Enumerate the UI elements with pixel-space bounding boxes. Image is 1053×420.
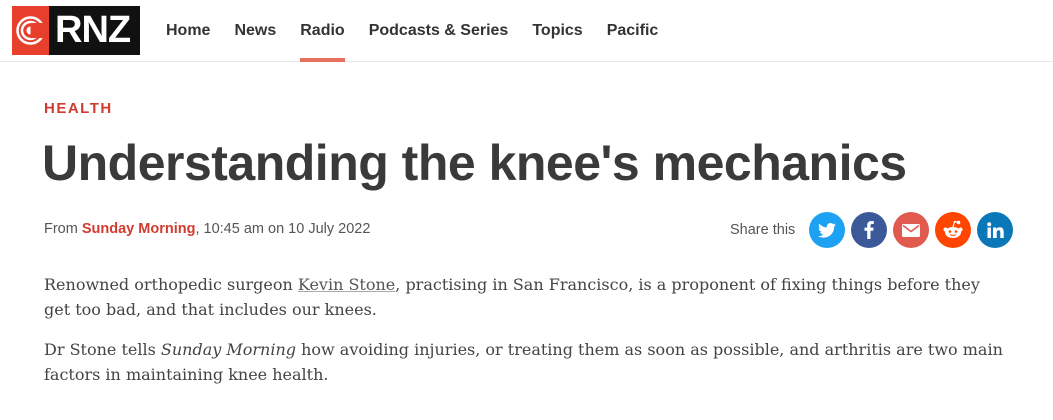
share-linkedin-button[interactable] [977,212,1014,248]
share-label: Share this [730,222,796,238]
facebook-icon [864,221,875,239]
programme-link[interactable]: Sunday Morning [82,221,196,237]
paragraph-1-text-start: Renowned orthopedic surgeon [44,275,298,294]
nav-item-topics[interactable]: Topics [520,0,594,62]
article-title: Understanding the knee's mechanics [42,135,907,191]
linkedin-icon [986,222,1004,238]
email-icon [902,223,921,237]
twitter-icon [818,222,837,238]
nav-item-podcasts-series[interactable]: Podcasts & Series [357,0,521,62]
reddit-icon [943,220,963,238]
share-twitter-button[interactable] [809,212,846,248]
rnz-logo-text: RNZ [49,6,140,55]
radio-waves-icon [16,16,46,45]
nav-item-home[interactable]: Home [154,0,222,62]
main-nav: Home News Radio Podcasts & Series Topics… [154,0,670,62]
rnz-logo[interactable]: RNZ [12,6,140,55]
article-paragraph-1: Renowned orthopedic surgeon Kevin Stone,… [44,273,1004,322]
programme-name-italic: Sunday Morning [160,340,296,359]
article-paragraph-2: Dr Stone tells Sunday Morning how avoidi… [44,338,1004,387]
nav-item-radio[interactable]: Radio [288,0,356,62]
nav-item-pacific[interactable]: Pacific [595,0,671,62]
share-reddit-button[interactable] [935,212,972,248]
share-email-button[interactable] [893,212,930,248]
kevin-stone-link[interactable]: Kevin Stone [298,275,395,294]
article-meta: From Sunday Morning, 10:45 am on 10 July… [44,221,370,237]
site-header: RNZ Home News Radio Podcasts & Series To… [0,0,1053,62]
share-facebook-button[interactable] [851,212,888,248]
section-label[interactable]: HEALTH [44,100,113,117]
share-bar: Share this [730,212,1014,248]
paragraph-2-text-start: Dr Stone tells [44,340,161,359]
nav-item-news[interactable]: News [222,0,288,62]
rnz-logo-mark [12,6,49,55]
meta-from: From [44,221,78,237]
meta-timestamp: , 10:45 am on 10 July 2022 [195,221,371,237]
